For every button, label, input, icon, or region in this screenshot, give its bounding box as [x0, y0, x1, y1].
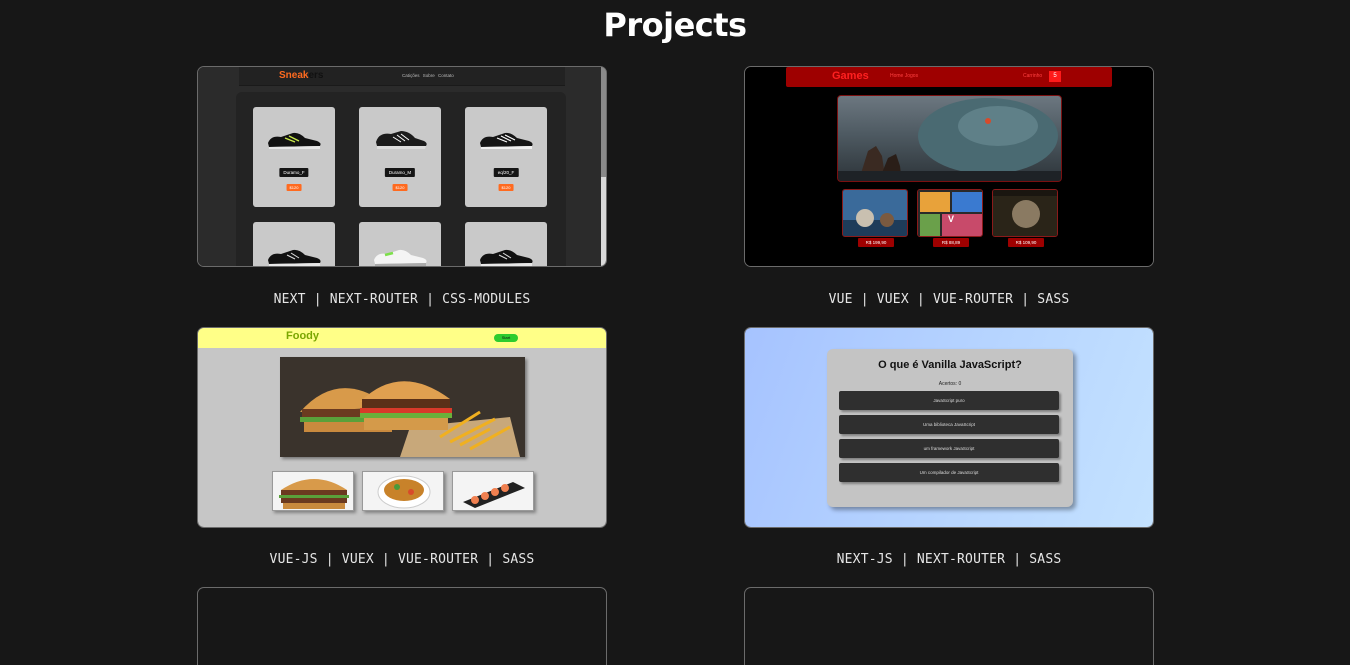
- product-card: eq/20_F $120: [465, 107, 547, 207]
- project-card-empty[interactable]: [197, 587, 607, 665]
- noodles-thumbnail: [362, 471, 444, 511]
- page-title: Projects: [603, 6, 747, 44]
- project-card-empty[interactable]: [744, 587, 1154, 665]
- product-card: [359, 222, 441, 266]
- foody-preview: Foody Start: [198, 328, 606, 527]
- games-hero-image: [837, 95, 1062, 182]
- burger-thumbnail: [272, 471, 354, 511]
- quiz-score: Acertos: 0: [938, 381, 962, 387]
- product-name: Duramo_M: [384, 168, 416, 177]
- project-tags: NEXT | NEXT-ROUTER | CSS-MODULES: [273, 292, 531, 307]
- games-navbar: Games Home Jogos Carrinho 5: [786, 67, 1112, 87]
- project-card-sneakers[interactable]: Sneakers Catições Sobre Contato Duramo_F…: [197, 66, 607, 267]
- product-price: $120: [498, 184, 514, 191]
- sneaker-image: [376, 131, 427, 149]
- quiz-question: O que é Vanilla JavaScript?: [878, 359, 1022, 371]
- quiz-panel: O que é Vanilla JavaScript? Acertos: 0 J…: [827, 349, 1073, 507]
- games-cart-label: Carrinho: [1023, 73, 1043, 79]
- product-card: Duramo_F $120: [253, 107, 335, 207]
- game-price: R$ 199,90: [858, 238, 894, 247]
- product-name: eq/20_F: [493, 168, 519, 177]
- scrollbar[interactable]: [601, 67, 606, 266]
- project-tags: VUE | VUEX | VUE-ROUTER | SASS: [828, 292, 1070, 307]
- project-card-foody[interactable]: Foody Start: [197, 327, 607, 528]
- quiz-option: Um compilador de JavaScript: [839, 463, 1059, 482]
- sneakers-nav-links: Catições Sobre Contato: [402, 73, 454, 78]
- game-cover-gta-v: V: [917, 189, 983, 237]
- project-tags: NEXT-JS | NEXT-ROUTER | SASS: [836, 552, 1062, 567]
- sneakers-product-grid: Duramo_F $120 Duramo_M $120 eq/20_F $120: [236, 92, 566, 266]
- sneaker-image: [268, 132, 321, 149]
- sneaker-image: [374, 249, 427, 266]
- svg-text:V: V: [948, 214, 954, 224]
- product-card: Duramo_M $120: [359, 107, 441, 207]
- burger-hero-image: [280, 357, 525, 457]
- foody-nav-button: Start: [494, 334, 518, 342]
- product-card: [465, 222, 547, 266]
- project-card-games[interactable]: Games Home Jogos Carrinho 5 V R$ 199,90 …: [744, 66, 1154, 267]
- game-price: R$ 88,89: [933, 238, 969, 247]
- games-preview: Games Home Jogos Carrinho 5 V R$ 199,90 …: [745, 67, 1153, 266]
- product-name: Duramo_F: [279, 168, 309, 177]
- product-card: [253, 222, 335, 266]
- scrollbar-thumb[interactable]: [601, 67, 606, 177]
- sneaker-image: [268, 249, 321, 266]
- quiz-option: um framework JavaScript: [839, 439, 1059, 458]
- quiz-preview: O que é Vanilla JavaScript? Acertos: 0 J…: [745, 328, 1153, 527]
- product-price: $120: [286, 184, 302, 191]
- game-cover-god-of-war: [842, 189, 908, 237]
- project-tags: VUE-JS | VUEX | VUE-ROUTER | SASS: [269, 552, 535, 567]
- games-nav-links: Home Jogos: [890, 73, 919, 79]
- quiz-option: JavaScript puro: [839, 391, 1059, 410]
- project-card-quiz[interactable]: O que é Vanilla JavaScript? Acertos: 0 J…: [744, 327, 1154, 528]
- cart-count-badge: 5: [1049, 71, 1061, 82]
- foody-logo: Foody: [286, 330, 319, 342]
- game-cover-plague-tale: [992, 189, 1058, 237]
- sneaker-image: [480, 249, 533, 266]
- games-logo: Games: [832, 70, 869, 82]
- product-price: $120: [392, 184, 408, 191]
- foody-navbar: Foody Start: [198, 328, 606, 348]
- sneakers-navbar: Sneakers Catições Sobre Contato: [239, 67, 565, 86]
- sneakers-preview: Sneakers Catições Sobre Contato Duramo_F…: [198, 67, 606, 266]
- sneakers-logo: Sneakers: [279, 70, 324, 81]
- game-price: R$ 109,90: [1008, 238, 1044, 247]
- sushi-thumbnail: [452, 471, 534, 511]
- sneaker-image: [480, 132, 533, 149]
- quiz-option: Uma biblioteca JavaScript: [839, 415, 1059, 434]
